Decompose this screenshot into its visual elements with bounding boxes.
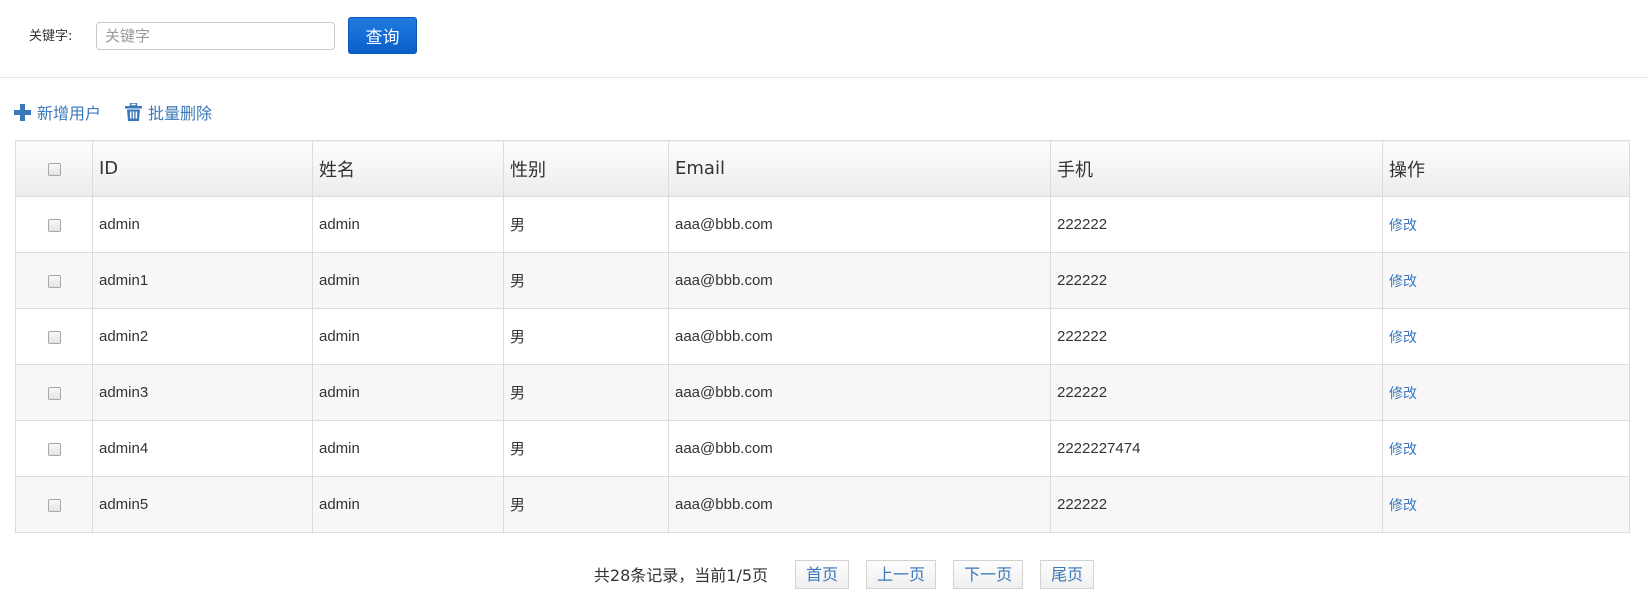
cell-id: admin1 bbox=[92, 252, 313, 309]
header-action: 操作 bbox=[1382, 140, 1630, 197]
prev-page-button[interactable]: 上一页 bbox=[866, 559, 937, 589]
select-all-checkbox[interactable] bbox=[47, 162, 61, 176]
cell-id: admin4 bbox=[92, 420, 313, 477]
table-row: admin3 admin 男 aaa@bbb.com 222222 修改 bbox=[15, 364, 1630, 421]
cell-gender: 男 bbox=[503, 420, 669, 477]
cell-phone: 222222 bbox=[1050, 476, 1383, 533]
row-checkbox[interactable] bbox=[47, 498, 61, 512]
search-bar: 关键字: 查询 bbox=[0, 0, 1648, 78]
first-page-button[interactable]: 首页 bbox=[795, 559, 850, 589]
cell-action: 修改 bbox=[1382, 308, 1630, 365]
edit-link[interactable]: 修改 bbox=[1389, 274, 1417, 290]
cell-email: aaa@bbb.com bbox=[668, 252, 1051, 309]
cell-email: aaa@bbb.com bbox=[668, 308, 1051, 365]
user-table: ID 姓名 性别 Email 手机 操作 admin admin 男 aaa@b… bbox=[15, 140, 1630, 533]
add-user-label: 新增用户 bbox=[37, 104, 102, 123]
search-button[interactable]: 查询 bbox=[348, 17, 417, 54]
row-checkbox[interactable] bbox=[47, 442, 61, 456]
cell-name: admin bbox=[312, 196, 504, 253]
cell-email: aaa@bbb.com bbox=[668, 476, 1051, 533]
edit-link[interactable]: 修改 bbox=[1389, 498, 1417, 514]
cell-action: 修改 bbox=[1382, 420, 1630, 477]
cell-name: admin bbox=[312, 308, 504, 365]
cell-email: aaa@bbb.com bbox=[668, 420, 1051, 477]
row-select-cell bbox=[15, 196, 93, 253]
last-page-button[interactable]: 尾页 bbox=[1040, 559, 1095, 589]
cell-phone: 2222227474 bbox=[1050, 420, 1383, 477]
plus-icon bbox=[14, 103, 31, 121]
page-summary: 共28条记录，当前1/5页 bbox=[593, 566, 769, 585]
cell-action: 修改 bbox=[1382, 252, 1630, 309]
table-row: admin admin 男 aaa@bbb.com 222222 修改 bbox=[15, 196, 1630, 253]
cell-gender: 男 bbox=[503, 252, 669, 309]
pagination: 共28条记录，当前1/5页 首页 上一页 下一页 尾页 bbox=[0, 558, 1648, 590]
table-row: admin4 admin 男 aaa@bbb.com 2222227474 修改 bbox=[15, 420, 1630, 477]
header-name: 姓名 bbox=[312, 140, 504, 197]
toolbar: 新增用户 批量删除 bbox=[14, 100, 236, 124]
add-user-button[interactable]: 新增用户 bbox=[14, 100, 101, 124]
header-phone: 手机 bbox=[1050, 140, 1383, 197]
edit-link[interactable]: 修改 bbox=[1389, 386, 1417, 402]
cell-email: aaa@bbb.com bbox=[668, 196, 1051, 253]
row-select-cell bbox=[15, 420, 93, 477]
cell-phone: 222222 bbox=[1050, 364, 1383, 421]
cell-action: 修改 bbox=[1382, 196, 1630, 253]
batch-delete-button[interactable]: 批量删除 bbox=[125, 100, 212, 124]
row-checkbox[interactable] bbox=[47, 218, 61, 232]
table-header-row: ID 姓名 性别 Email 手机 操作 bbox=[15, 140, 1630, 197]
cell-name: admin bbox=[312, 420, 504, 477]
edit-link[interactable]: 修改 bbox=[1389, 442, 1417, 458]
cell-action: 修改 bbox=[1382, 476, 1630, 533]
cell-gender: 男 bbox=[503, 196, 669, 253]
cell-name: admin bbox=[312, 476, 504, 533]
search-label: 关键字: bbox=[29, 29, 73, 44]
cell-gender: 男 bbox=[503, 364, 669, 421]
header-id: ID bbox=[92, 140, 313, 197]
row-checkbox[interactable] bbox=[47, 274, 61, 288]
cell-gender: 男 bbox=[503, 476, 669, 533]
row-select-cell bbox=[15, 364, 93, 421]
row-checkbox[interactable] bbox=[47, 386, 61, 400]
edit-link[interactable]: 修改 bbox=[1389, 330, 1417, 346]
next-page-button[interactable]: 下一页 bbox=[953, 559, 1024, 589]
cell-action: 修改 bbox=[1382, 364, 1630, 421]
row-checkbox[interactable] bbox=[47, 330, 61, 344]
cell-phone: 222222 bbox=[1050, 252, 1383, 309]
cell-gender: 男 bbox=[503, 308, 669, 365]
table-row: admin5 admin 男 aaa@bbb.com 222222 修改 bbox=[15, 476, 1630, 533]
table-row: admin1 admin 男 aaa@bbb.com 222222 修改 bbox=[15, 252, 1630, 309]
search-input[interactable] bbox=[96, 22, 335, 50]
batch-delete-label: 批量删除 bbox=[148, 104, 213, 123]
trash-icon bbox=[125, 103, 143, 121]
cell-id: admin bbox=[92, 196, 313, 253]
cell-name: admin bbox=[312, 364, 504, 421]
cell-phone: 222222 bbox=[1050, 196, 1383, 253]
cell-name: admin bbox=[312, 252, 504, 309]
row-select-cell bbox=[15, 252, 93, 309]
header-select-cell bbox=[15, 140, 93, 197]
cell-id: admin5 bbox=[92, 476, 313, 533]
cell-id: admin3 bbox=[92, 364, 313, 421]
cell-email: aaa@bbb.com bbox=[668, 364, 1051, 421]
header-gender: 性别 bbox=[503, 140, 669, 197]
row-select-cell bbox=[15, 308, 93, 365]
edit-link[interactable]: 修改 bbox=[1389, 218, 1417, 234]
header-email: Email bbox=[668, 140, 1051, 197]
row-select-cell bbox=[15, 476, 93, 533]
table-row: admin2 admin 男 aaa@bbb.com 222222 修改 bbox=[15, 308, 1630, 365]
cell-phone: 222222 bbox=[1050, 308, 1383, 365]
cell-id: admin2 bbox=[92, 308, 313, 365]
